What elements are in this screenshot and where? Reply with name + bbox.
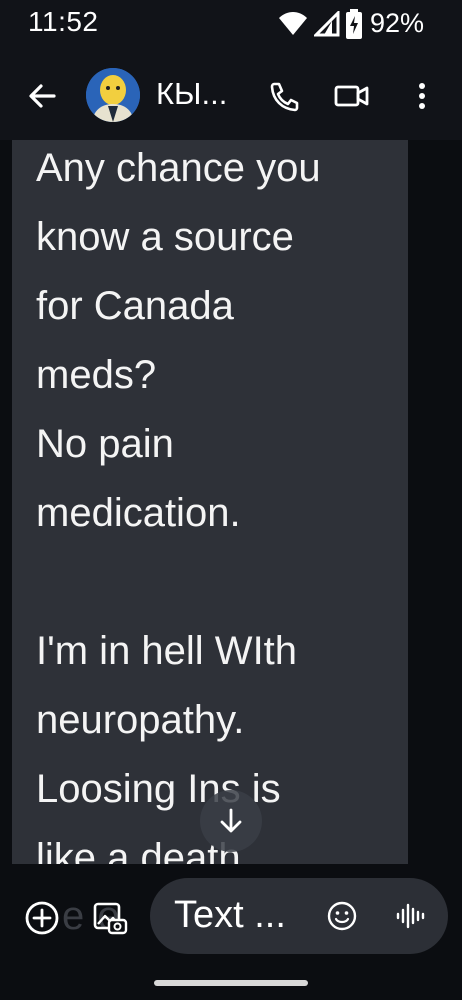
avatar-image	[86, 68, 140, 122]
add-circle-icon	[25, 901, 59, 935]
more-options-button[interactable]	[402, 76, 442, 116]
voice-message-button[interactable]	[394, 900, 426, 932]
contact-name[interactable]: КЫ...	[156, 76, 227, 112]
arrow-back-icon	[29, 84, 56, 108]
conversation[interactable]: Any chance you know a source for Canada …	[0, 140, 462, 864]
video-call-button[interactable]	[330, 76, 374, 116]
wifi-icon	[278, 11, 308, 37]
emoji-icon	[327, 901, 357, 931]
voice-wave-icon	[396, 903, 425, 929]
message-text: Any chance you know a source for Canada …	[36, 146, 321, 864]
video-camera-icon	[334, 85, 369, 107]
message-bubble[interactable]: Any chance you know a source for Canada …	[12, 140, 408, 864]
phone-icon	[270, 82, 299, 112]
status-time: 11:52	[28, 6, 99, 37]
message-input-placeholder: Text ...	[174, 894, 286, 936]
scroll-to-bottom-button[interactable]	[200, 790, 262, 852]
battery-charging-icon	[345, 8, 362, 39]
signal-icon	[313, 10, 340, 37]
gallery-icon	[93, 902, 128, 935]
call-button[interactable]	[264, 76, 304, 116]
arrow-down-icon	[220, 808, 242, 833]
status-icons: 92%	[278, 8, 424, 39]
app-bar: КЫ...	[0, 52, 462, 140]
gallery-button[interactable]	[90, 898, 130, 938]
more-vert-icon	[419, 83, 425, 109]
add-attachment-button[interactable]	[22, 898, 62, 938]
message-input[interactable]: Text ...	[150, 878, 448, 954]
back-button[interactable]	[22, 76, 62, 116]
home-indicator[interactable]	[154, 980, 308, 986]
battery-percent: 92%	[369, 8, 424, 38]
status-bar: 11:52 92%	[0, 0, 462, 52]
contact-avatar[interactable]	[86, 68, 140, 122]
emoji-button[interactable]	[326, 900, 358, 932]
